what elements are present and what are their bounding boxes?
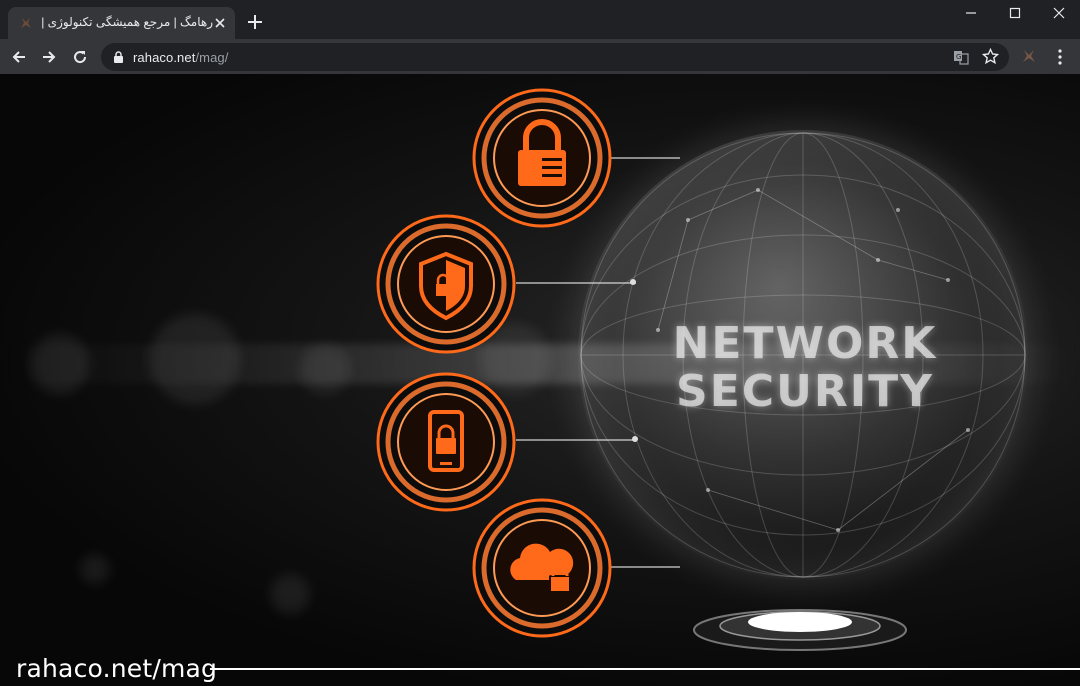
forward-button[interactable] (38, 46, 60, 68)
connector-line (516, 439, 636, 441)
url-host: rahaco.net (133, 50, 196, 65)
minimize-button[interactable] (948, 0, 994, 26)
headline-network: NETWORK (672, 318, 938, 369)
padlock-icon (472, 88, 612, 228)
close-window-button[interactable] (1036, 0, 1080, 26)
url-path: /mag/ (195, 50, 229, 65)
reload-button[interactable] (69, 46, 91, 68)
watermark-rule (210, 668, 1080, 670)
translate-icon[interactable]: G (953, 49, 969, 65)
kebab-menu-icon[interactable] (1052, 48, 1068, 66)
connector-dot (630, 279, 636, 285)
lock-icon[interactable] (113, 51, 124, 63)
tab-strip: رهامگ | مرجع همیشگی تکنولوژی | (0, 0, 1080, 39)
arrow-right-icon (43, 51, 56, 63)
address-bar[interactable]: rahaco.net/mag/ G (101, 43, 1009, 71)
minimize-icon (966, 12, 976, 14)
maximize-icon (1009, 7, 1021, 19)
url-text: rahaco.net/mag/ (133, 50, 228, 65)
reload-icon (74, 51, 87, 64)
phone-lock-icon (376, 372, 516, 512)
star-icon[interactable] (982, 48, 999, 65)
rahaco-logo-icon (21, 18, 31, 28)
extension-icon[interactable] (1021, 48, 1037, 64)
close-icon[interactable] (214, 17, 226, 29)
close-icon (1053, 7, 1065, 19)
headline-security: SECURITY (676, 366, 934, 417)
connector-line (610, 157, 680, 159)
hero-image: NETWORK SECURITY (0, 74, 1080, 686)
svg-text:G: G (956, 53, 961, 61)
back-button[interactable] (8, 46, 30, 68)
browser-window: رهامگ | مرجع همیشگی تکنولوژی | rahaco.ne… (0, 0, 1080, 686)
maximize-button[interactable] (992, 0, 1038, 26)
arrow-left-icon (12, 51, 25, 63)
bokeh-light (80, 554, 110, 584)
connector-dot (632, 436, 638, 442)
cloud-lock-icon (472, 498, 612, 638)
hologram-pedestal (693, 609, 907, 651)
tab-rahamag[interactable]: رهامگ | مرجع همیشگی تکنولوژی | (8, 7, 235, 39)
connector-line (516, 282, 636, 284)
brand-watermark: rahaco.net/mag (16, 654, 218, 683)
bokeh-light (270, 574, 310, 614)
browser-toolbar: rahaco.net/mag/ G (0, 39, 1080, 74)
plus-icon[interactable] (246, 13, 264, 31)
shield-lock-icon (376, 214, 516, 354)
tab-title: رهامگ | مرجع همیشگی تکنولوژی | (42, 15, 213, 29)
connector-line (610, 566, 680, 568)
